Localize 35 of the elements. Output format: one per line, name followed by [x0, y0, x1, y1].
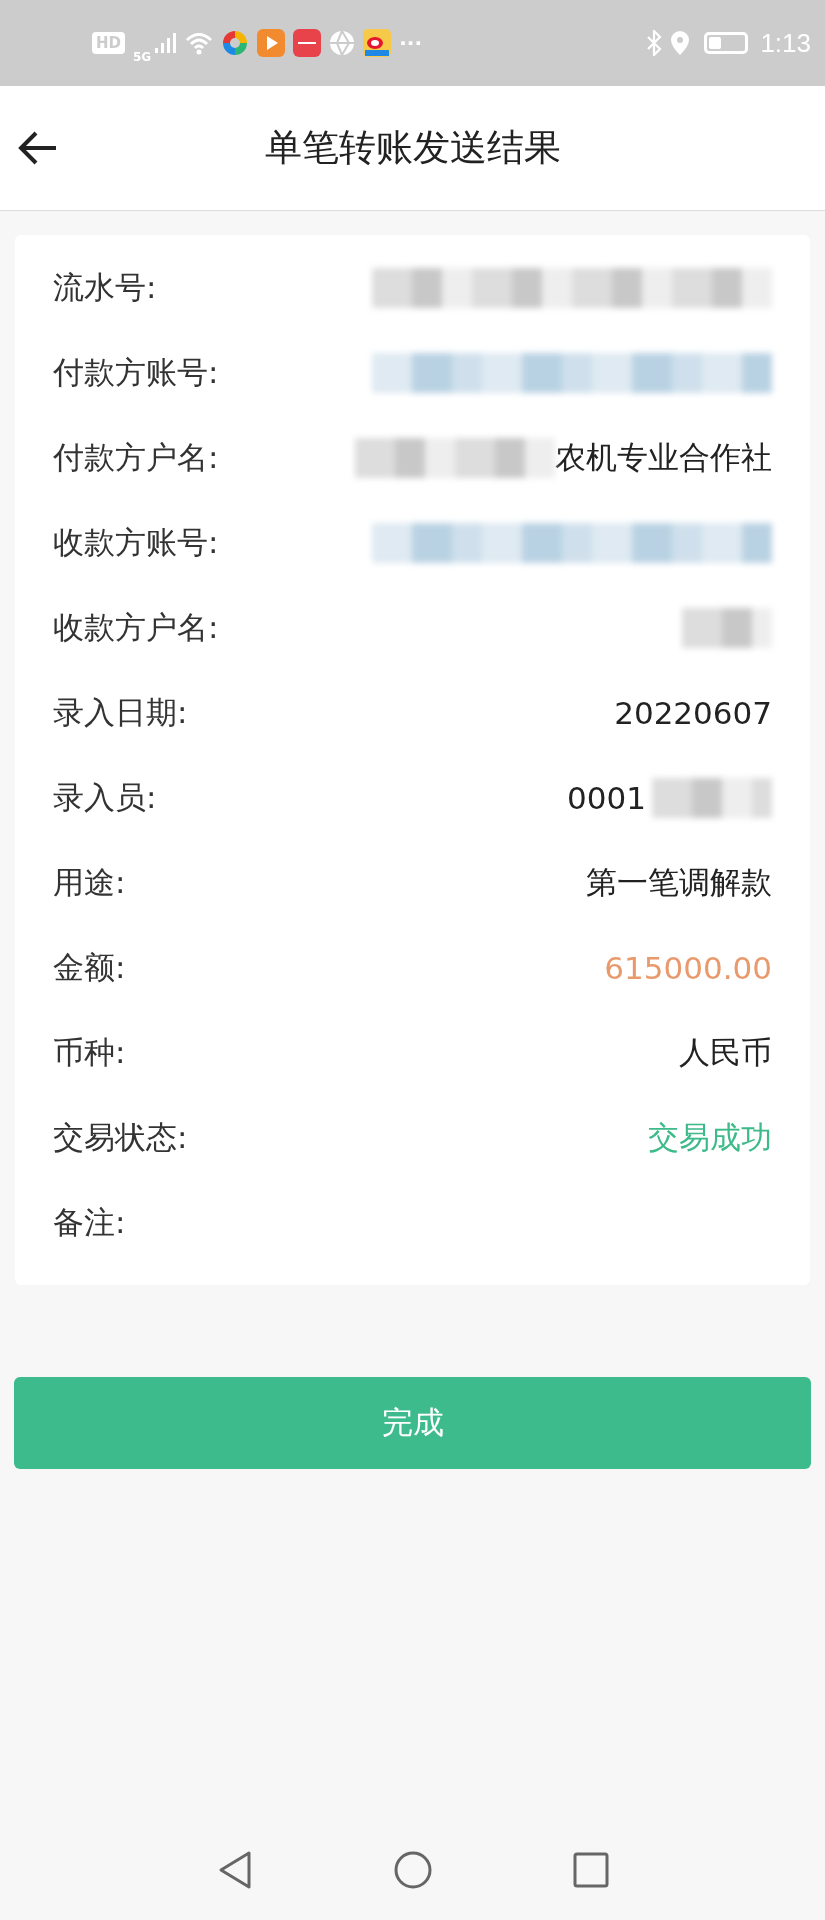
field-value: 人民币 — [679, 1032, 772, 1072]
shop-app-icon — [293, 29, 322, 57]
more-notifications: ··· — [399, 31, 422, 55]
location-icon — [670, 30, 691, 56]
bluetooth-icon — [646, 30, 663, 56]
play-app-icon — [257, 29, 286, 57]
back-arrow-icon[interactable] — [18, 130, 58, 166]
globe-icon — [329, 30, 356, 56]
field-value: 0001 — [567, 779, 646, 816]
field-label: 录入日期: — [53, 692, 188, 732]
page-title: 单笔转账发送结果 — [264, 125, 561, 171]
weibo-app-icon — [363, 29, 392, 57]
field-label: 收款方账号: — [53, 522, 219, 562]
wifi-icon — [185, 31, 214, 55]
signal-icon — [153, 31, 178, 55]
field-value: 20220607 — [614, 694, 772, 731]
field-label: 交易状态: — [53, 1117, 188, 1157]
done-button[interactable]: 完成 — [14, 1377, 811, 1469]
field-label: 金额: — [53, 947, 126, 987]
app-icon — [221, 29, 250, 57]
field-label: 流水号: — [53, 267, 157, 307]
field-label: 录入员: — [53, 777, 157, 817]
field-label: 收款方户名: — [53, 607, 219, 647]
field-value: 615000.00 — [604, 949, 772, 986]
battery-icon — [704, 32, 749, 54]
field-label: 付款方账号: — [53, 352, 219, 392]
field-label: 用途: — [53, 862, 126, 902]
home-nav-icon[interactable] — [392, 1850, 433, 1890]
field-label: 备注: — [53, 1202, 126, 1242]
field-value: 交易成功 — [648, 1117, 772, 1157]
recents-nav-icon[interactable] — [572, 1852, 609, 1888]
field-value: 农机专业合作社 — [555, 437, 772, 477]
field-label: 币种: — [53, 1032, 126, 1072]
field-value: 第一笔调解款 — [586, 862, 772, 902]
field-label: 付款方户名: — [53, 437, 219, 477]
